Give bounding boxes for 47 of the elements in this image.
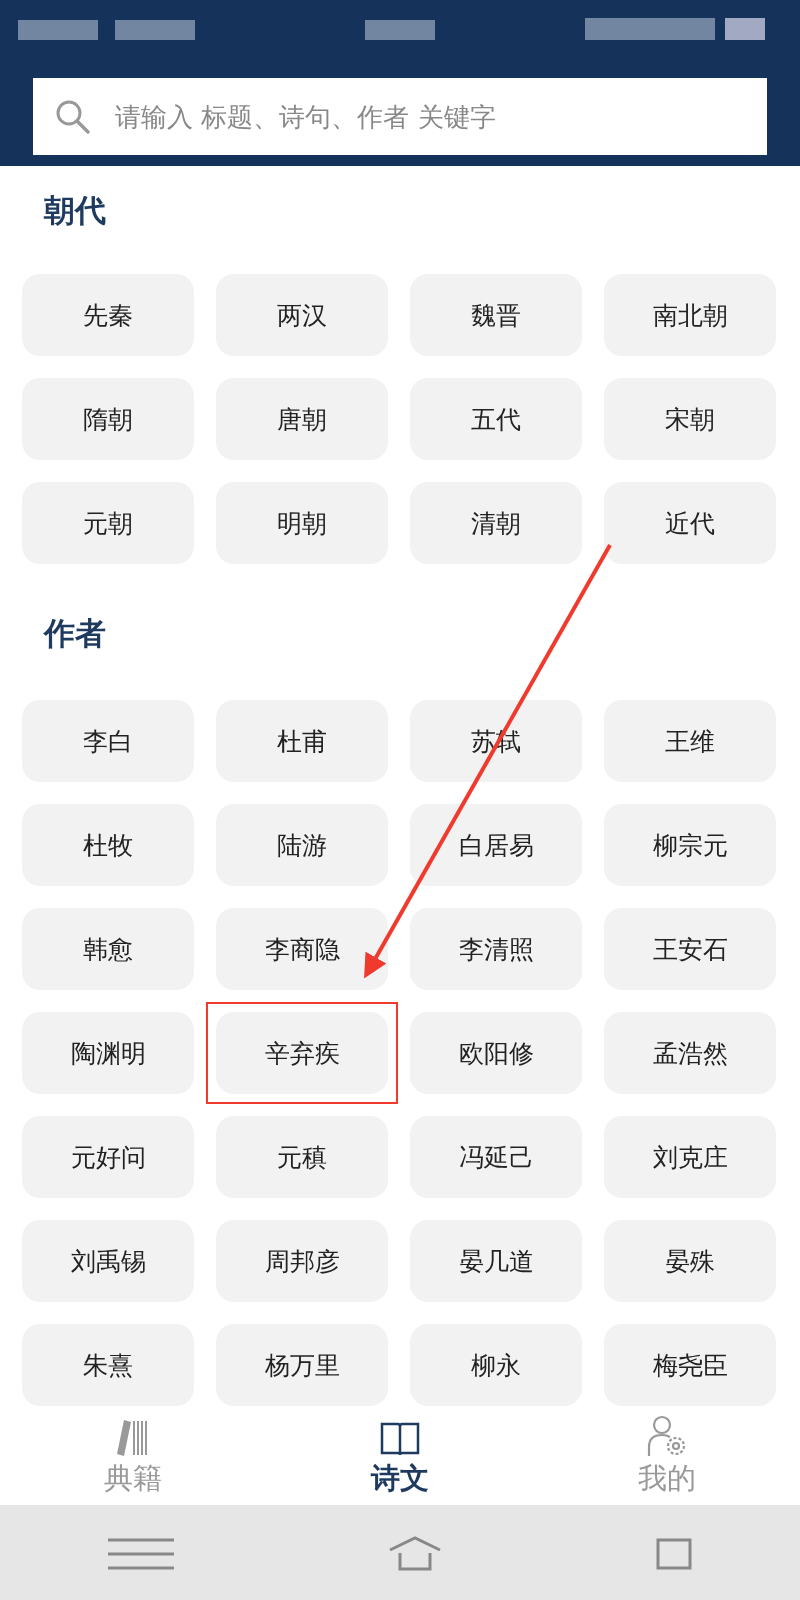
search-icon — [55, 98, 91, 135]
dynasty-button[interactable]: 魏晋 — [410, 274, 582, 356]
section-title: 朝代 — [44, 191, 107, 230]
author-button[interactable]: 冯延己 — [410, 1116, 582, 1198]
dynasty-button[interactable]: 唐朝 — [216, 378, 388, 460]
author-button[interactable]: 杨万里 — [216, 1324, 388, 1406]
author-button[interactable]: 梅尧臣 — [604, 1324, 776, 1406]
section-title: 作者 — [44, 614, 107, 653]
author-button[interactable]: 柳宗元 — [604, 804, 776, 886]
author-button[interactable]: 晏几道 — [410, 1220, 582, 1302]
dynasty-button[interactable]: 先秦 — [22, 274, 194, 356]
author-button[interactable]: 晏殊 — [604, 1220, 776, 1302]
dynasty-button[interactable]: 元朝 — [22, 482, 194, 564]
author-button[interactable]: 李白 — [22, 700, 194, 782]
person-gear-icon — [646, 1415, 687, 1457]
author-button[interactable]: 李商隐 — [216, 908, 388, 990]
dynasty-button[interactable]: 两汉 — [216, 274, 388, 356]
dynasty-button[interactable]: 近代 — [604, 482, 776, 564]
home-icon[interactable] — [388, 1535, 442, 1572]
search-input: 请输入 标题、诗句、作者 关键字 — [113, 100, 767, 133]
dynasty-button[interactable]: 五代 — [410, 378, 582, 460]
dynasty-button[interactable]: 清朝 — [410, 482, 582, 564]
dynasty-button[interactable]: 宋朝 — [604, 378, 776, 460]
dynasty-button[interactable]: 隋朝 — [22, 378, 194, 460]
author-button[interactable]: 韩愈 — [22, 908, 194, 990]
author-button[interactable]: 白居易 — [410, 804, 582, 886]
author-button[interactable]: 刘克庄 — [604, 1116, 776, 1198]
dynasty-button[interactable]: 南北朝 — [604, 274, 776, 356]
author-button[interactable]: 周邦彦 — [216, 1220, 388, 1302]
author-button[interactable]: 柳永 — [410, 1324, 582, 1406]
author-button[interactable]: 元稹 — [216, 1116, 388, 1198]
author-button[interactable]: 欧阳修 — [410, 1012, 582, 1094]
author-button[interactable]: 刘禹锡 — [22, 1220, 194, 1302]
author-button[interactable]: 杜甫 — [216, 700, 388, 782]
author-button[interactable]: 李清照 — [410, 908, 582, 990]
author-button[interactable]: 王安石 — [604, 908, 776, 990]
author-button[interactable]: 孟浩然 — [604, 1012, 776, 1094]
author-button[interactable]: 陶渊明 — [22, 1012, 194, 1094]
author-button[interactable]: 杜牧 — [22, 804, 194, 886]
author-button[interactable]: 朱熹 — [22, 1324, 194, 1406]
search-field[interactable]: 请输入 标题、诗句、作者 关键字 — [33, 78, 767, 155]
author-button[interactable]: 元好问 — [22, 1116, 194, 1198]
book-icon — [380, 1421, 420, 1457]
author-button[interactable]: 辛弃疾 — [216, 1012, 388, 1094]
author-button[interactable]: 陆游 — [216, 804, 388, 886]
dynasty-button[interactable]: 明朝 — [216, 482, 388, 564]
author-button[interactable]: 王维 — [604, 700, 776, 782]
